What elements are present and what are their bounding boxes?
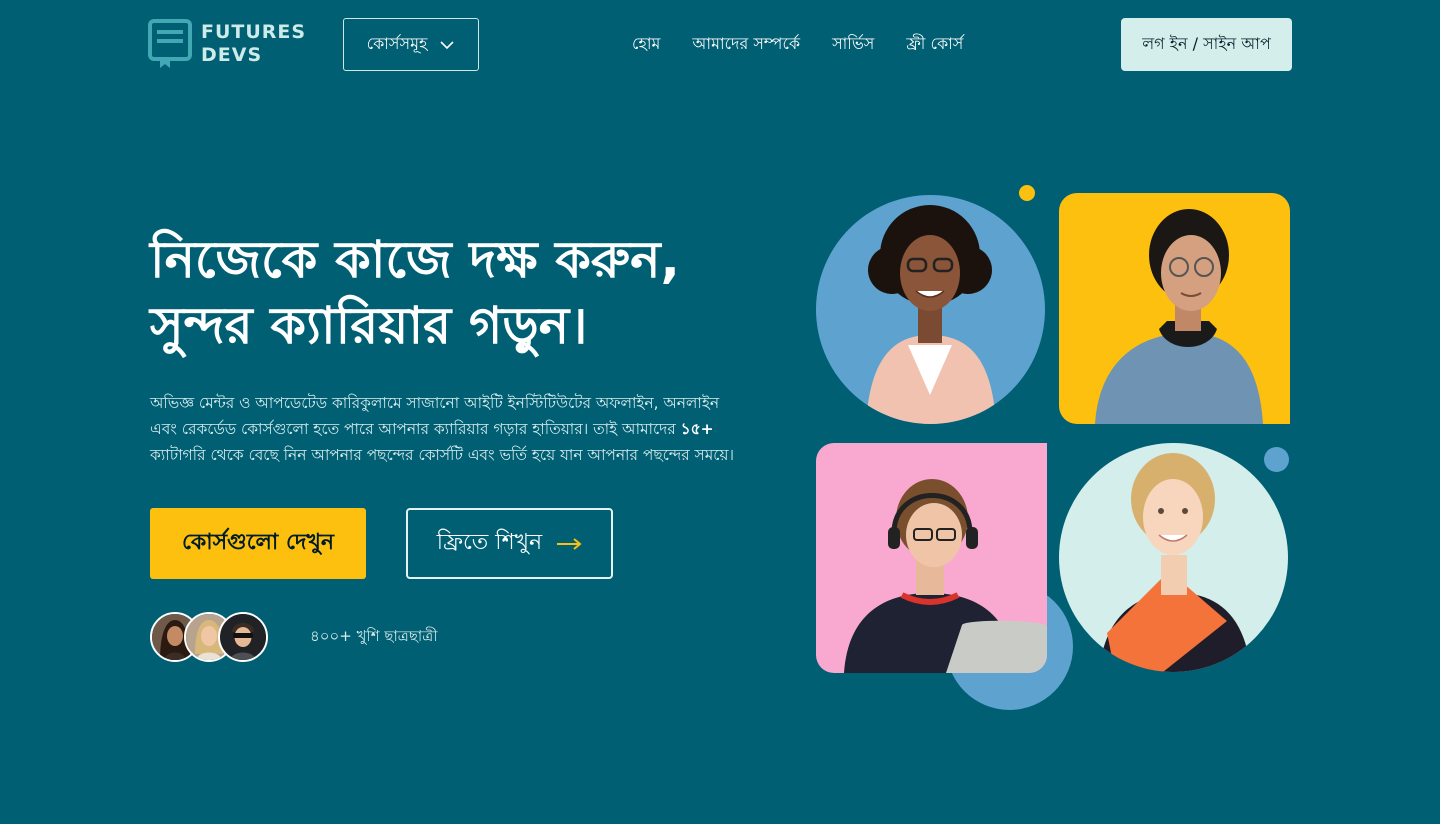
navbar: FUTURES DEVS কোর্সসমূহ হোম আমাদের সম্পর্…: [0, 0, 1440, 88]
mentor-photo-woman-glasses: [816, 195, 1045, 424]
hero-title: নিজেকে কাজে দক্ষ করুন, সুন্দর ক্যারিয়ার…: [150, 228, 770, 360]
student-photo-woman-smiling: [1059, 443, 1288, 672]
student-avatar: [218, 612, 268, 662]
decorative-yellow-dot: [1019, 185, 1035, 201]
student-photo-headphones: [816, 443, 1047, 673]
nav-link-free-course[interactable]: ফ্রী কোর্স: [906, 31, 963, 57]
hero-description-part-1: অভিজ্ঞ মেন্টর ও আপডেটেড কারিকুলামে সাজান…: [150, 394, 720, 438]
chevron-down-icon: [440, 40, 454, 49]
category-count: ১৫+: [680, 420, 714, 438]
login-signup-button[interactable]: লগ ইন / সাইন আপ: [1121, 18, 1292, 71]
mentor-photo-young-man: [1059, 193, 1290, 424]
hero-title-line-2: সুন্দর ক্যারিয়ার গড়ুন।: [150, 297, 588, 356]
brand-wordmark: FUTURES DEVS: [201, 21, 306, 67]
students-count-text: ৪০০+ খুশি ছাত্রছাত্রী: [310, 626, 438, 645]
hero-title-line-1: নিজেকে কাজে দক্ষ করুন,: [150, 231, 680, 290]
decorative-blue-dot: [1264, 447, 1289, 472]
nav-link-services[interactable]: সার্ভিস: [832, 31, 874, 57]
learn-free-label: ফ্রিতে শিখুন: [436, 530, 543, 555]
learn-free-button[interactable]: ফ্রিতে শিখুন: [406, 508, 613, 579]
nav-link-about[interactable]: আমাদের সম্পর্কে: [692, 31, 800, 57]
book-screen-icon: [148, 19, 192, 68]
courses-dropdown-label: কোর্সসমূহ: [366, 34, 428, 53]
nav-link-home[interactable]: হোম: [632, 31, 660, 57]
courses-dropdown[interactable]: কোর্সসমূহ: [343, 18, 479, 71]
hero-description-part-2: ক্যাটাগরি থেকে বেছে নিন আপনার পছন্দের কো…: [150, 446, 734, 464]
arrow-right-icon: [557, 537, 582, 550]
happy-students: ৪০০+ খুশি ছাত্রছাত্রী: [150, 612, 438, 662]
brand-logo[interactable]: FUTURES DEVS: [148, 19, 306, 69]
hero-description: অভিজ্ঞ মেন্টর ও আপডেটেড কারিকুলামে সাজান…: [150, 390, 750, 468]
brand-line-1: FUTURES: [201, 21, 307, 43]
brand-line-2: DEVS: [201, 44, 263, 66]
view-courses-button[interactable]: কোর্সগুলো দেখুন: [150, 508, 366, 579]
main-nav: হোম আমাদের সম্পর্কে সার্ভিস ফ্রী কোর্স: [632, 31, 963, 57]
